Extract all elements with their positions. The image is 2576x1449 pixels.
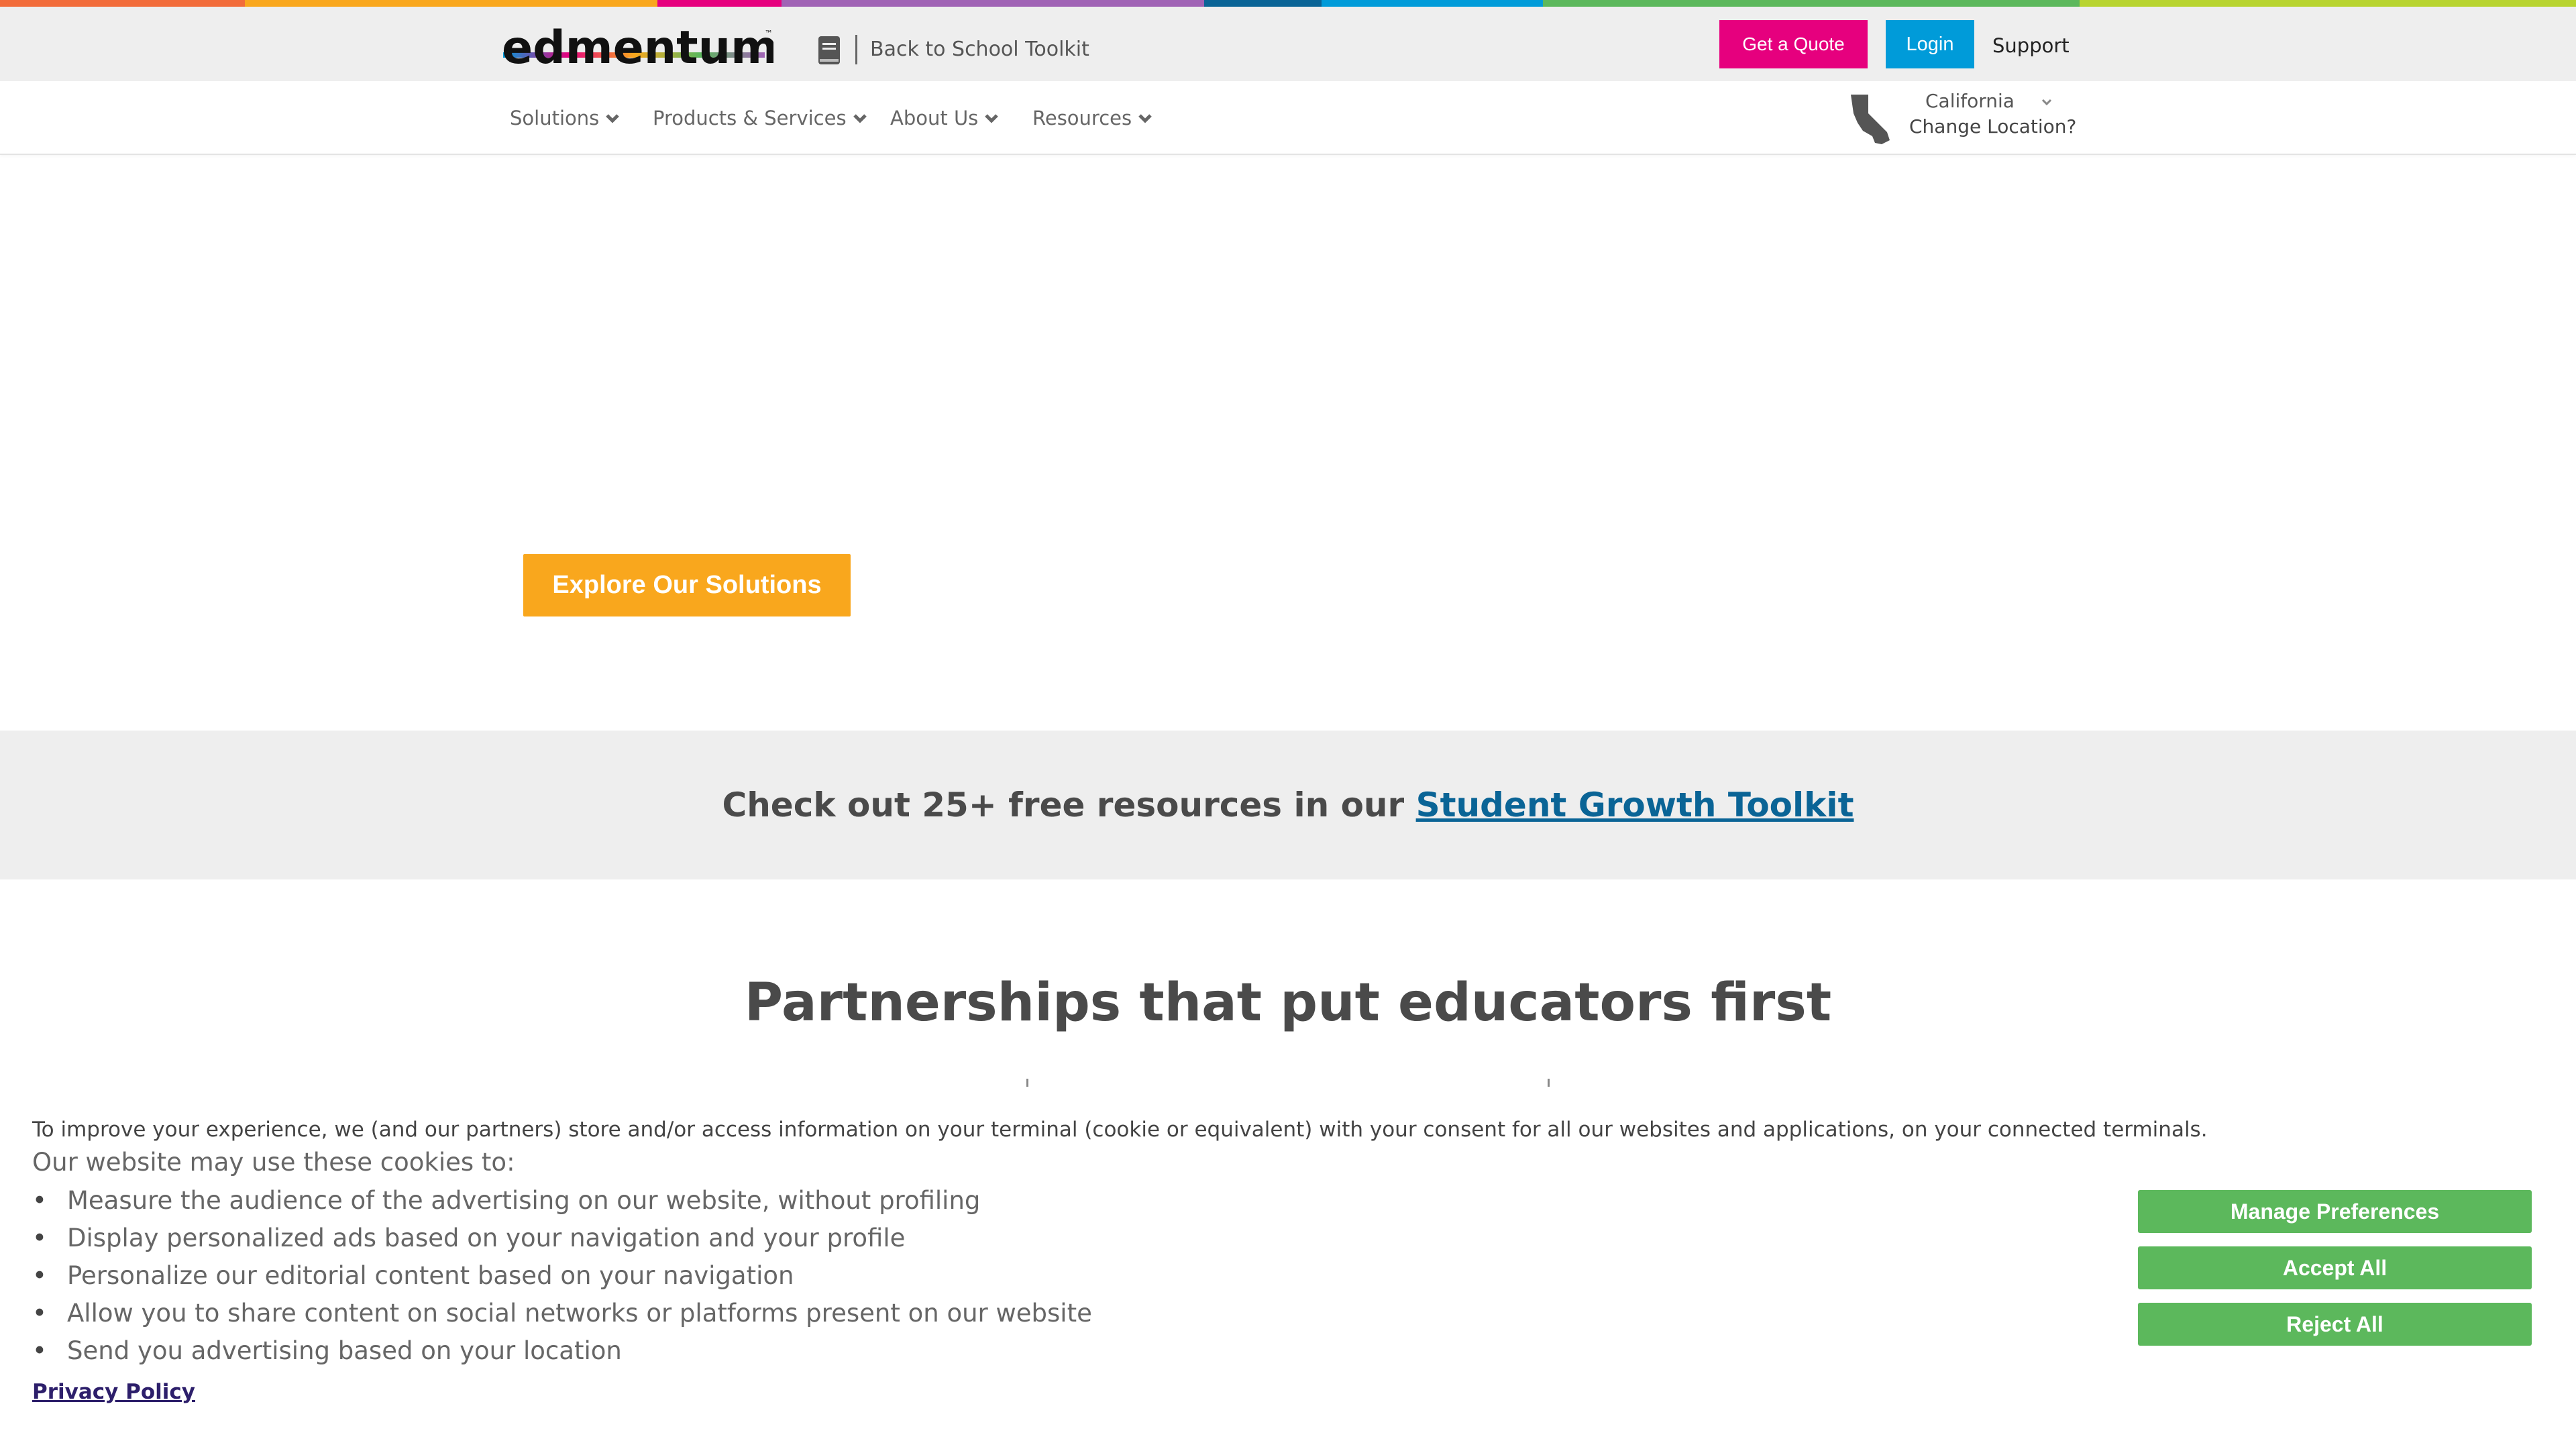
nav-products-services[interactable]: Products & Services <box>653 101 868 135</box>
back-to-school-toolkit-link[interactable]: Back to School Toolkit <box>870 36 1089 63</box>
edmentum-logo[interactable]: edmentum ™ <box>502 23 773 74</box>
nav-label: About Us <box>890 107 979 129</box>
get-a-quote-button[interactable]: Get a Quote <box>1719 20 1868 68</box>
main-nav: Solutions Products & Services About Us R… <box>0 81 2576 155</box>
chevron-down-icon[interactable] <box>2039 95 2054 109</box>
cookie-description: To improve your experience, we (and our … <box>32 1118 2208 1142</box>
chevron-down-icon <box>1138 114 1152 123</box>
list-item: Display personalized ads based on your n… <box>32 1220 1092 1257</box>
chevron-down-icon <box>606 114 620 123</box>
carousel-tick <box>1548 1079 1550 1087</box>
nav-label: Resources <box>1032 107 1132 129</box>
california-state-icon <box>1851 95 1890 144</box>
cookie-subheading: Our website may use these cookies to: <box>32 1148 515 1177</box>
brand-color-stripe <box>0 0 2576 7</box>
promo-band: Check out 25+ free resources in our Stud… <box>0 731 2576 879</box>
accept-all-button[interactable]: Accept All <box>2138 1246 2532 1289</box>
section-title: Partnerships that put educators first <box>744 973 1832 1033</box>
support-link[interactable]: Support <box>1992 32 2070 59</box>
promo-prefix: Check out 25+ free resources in our <box>722 786 1416 824</box>
header-divider <box>855 35 857 64</box>
manage-preferences-button[interactable]: Manage Preferences <box>2138 1190 2532 1233</box>
list-item: Send you advertising based on your locat… <box>32 1332 1092 1370</box>
top-bar: edmentum ™ Back to School Toolkit Get a … <box>0 7 2576 81</box>
reject-all-button[interactable]: Reject All <box>2138 1303 2532 1346</box>
cookie-consent-banner: To improve your experience, we (and our … <box>0 1100 2576 1449</box>
nav-label: Products & Services <box>653 107 847 129</box>
student-growth-toolkit-link[interactable]: Student Growth Toolkit <box>1416 786 1854 824</box>
chevron-down-icon <box>985 114 999 123</box>
nav-solutions[interactable]: Solutions <box>510 101 621 135</box>
list-item: Allow you to share content on social net… <box>32 1295 1092 1332</box>
location-state[interactable]: California <box>1925 88 2015 115</box>
list-item: Measure the audience of the advertising … <box>32 1182 1092 1220</box>
svg-text:™: ™ <box>765 29 773 38</box>
svg-text:edmentum: edmentum <box>502 23 773 74</box>
change-location-link[interactable]: Change Location? <box>1909 113 2076 140</box>
cookie-purpose-list: Measure the audience of the advertising … <box>32 1182 1092 1370</box>
explore-our-solutions-button[interactable]: Explore Our Solutions <box>523 554 851 616</box>
list-item: Personalize our editorial content based … <box>32 1257 1092 1295</box>
nav-label: Solutions <box>510 107 600 129</box>
chevron-down-icon <box>853 114 867 123</box>
promo-text: Check out 25+ free resources in our Stud… <box>0 731 2576 879</box>
privacy-policy-link[interactable]: Privacy Policy <box>32 1377 195 1407</box>
nav-resources[interactable]: Resources <box>1032 101 1153 135</box>
carousel-tick <box>1026 1079 1028 1087</box>
book-icon <box>818 36 840 64</box>
nav-about-us[interactable]: About Us <box>890 101 1000 135</box>
login-button[interactable]: Login <box>1886 20 1974 68</box>
